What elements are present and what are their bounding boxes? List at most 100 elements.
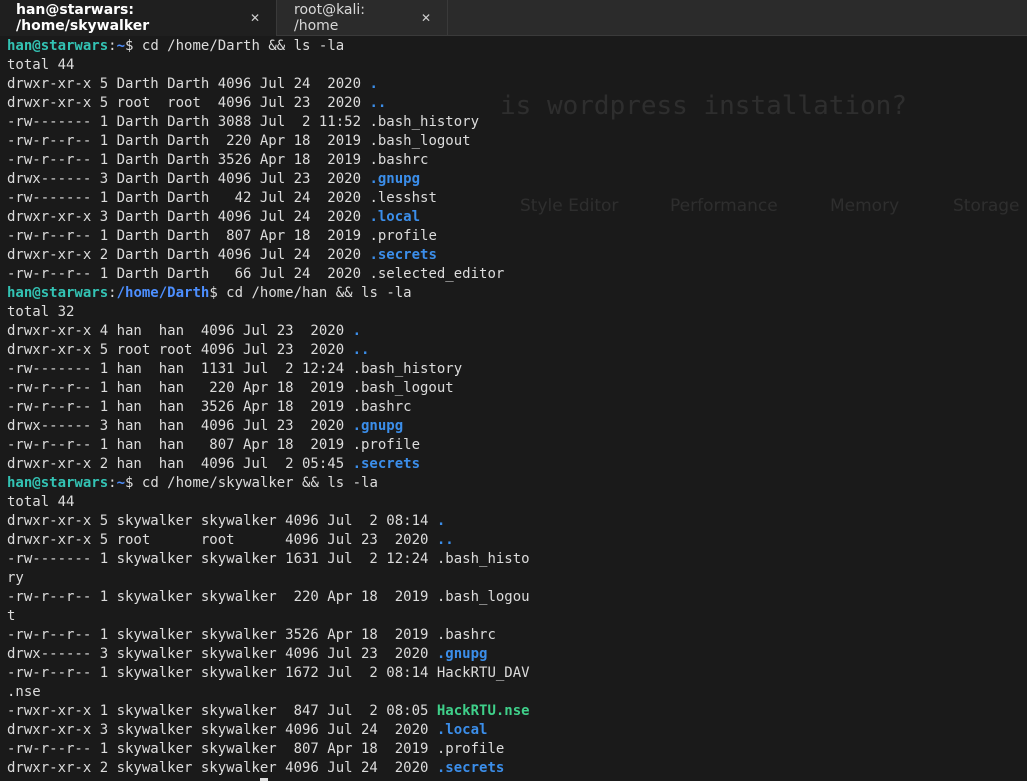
directory-name: .gnupg — [369, 171, 421, 187]
directory-name: .gnupg — [436, 646, 488, 662]
output-text: t — [7, 608, 16, 624]
file-meta: -rw-r--r-- 1 han han 3526 Apr 18 2019 — [7, 399, 353, 415]
output-line: total 44 — [7, 56, 530, 75]
tab-han-skywalker[interactable]: han@starwars: /home/skywalker ✕ — [0, 0, 277, 36]
output-line: -rwxr-xr-x 1 skywalker skywalker 847 Jul… — [7, 702, 530, 721]
terminal-output[interactable]: is wordpress installation? Style Editor … — [0, 36, 1027, 781]
close-icon[interactable]: ✕ — [421, 11, 431, 25]
tab-title: root@kali: /home — [294, 2, 366, 34]
output-text: total 32 — [7, 304, 75, 320]
output-line: drwx------ 3 Darth Darth 4096 Jul 23 202… — [7, 170, 530, 189]
output-line: -rw------- 1 han han 1131 Jul 2 12:24 .b… — [7, 360, 530, 379]
file-meta: drwxr-xr-x 5 root root 4096 Jul 23 2020 — [7, 532, 437, 548]
directory-name: .. — [436, 532, 454, 548]
output-line: drwxr-xr-x 4 han han 4096 Jul 23 2020 . — [7, 322, 530, 341]
prompt-user: han@starwars — [7, 475, 109, 491]
file-meta: -rw-r--r-- 1 Darth Darth 220 Apr 18 2019 — [7, 133, 370, 149]
background-ghost-toolbar-3: Memory — [830, 196, 900, 216]
file-meta: -rw-r--r-- 1 skywalker skywalker 1672 Ju… — [7, 665, 437, 681]
output-line: drwxr-xr-x 3 Darth Darth 4096 Jul 24 202… — [7, 208, 530, 227]
directory-name: . — [369, 76, 378, 92]
output-line: drwxr-xr-x 2 han han 4096 Jul 2 05:45 .s… — [7, 455, 530, 474]
file-meta: drwx------ 3 skywalker skywalker 4096 Ju… — [7, 646, 437, 662]
command-text: cd /home/skywalker && ls -la — [133, 475, 378, 491]
output-line: drwxr-xr-x 5 Darth Darth 4096 Jul 24 202… — [7, 75, 530, 94]
file-meta: drwxr-xr-x 3 Darth Darth 4096 Jul 24 202… — [7, 209, 370, 225]
file-name: .lesshst — [369, 190, 437, 206]
file-meta: drwxr-xr-x 3 skywalker skywalker 4096 Ju… — [7, 722, 437, 738]
output-line: drwxr-xr-x 5 skywalker skywalker 4096 Ju… — [7, 512, 530, 531]
file-meta: drwxr-xr-x 5 Darth Darth 4096 Jul 24 202… — [7, 76, 370, 92]
output-line: .nse — [7, 683, 530, 702]
directory-name: .. — [352, 342, 370, 358]
output-line: drwxr-xr-x 5 root root 4096 Jul 23 2020 … — [7, 94, 530, 113]
file-name: .profile — [369, 228, 437, 244]
directory-name: .gnupg — [352, 418, 404, 434]
output-line: t — [7, 607, 530, 626]
file-name: .bash_history — [369, 114, 480, 130]
output-text: total 44 — [7, 494, 75, 510]
command-text: cd /home/Darth && ls -la — [133, 38, 345, 54]
output-line: drwxr-xr-x 2 Darth Darth 4096 Jul 24 202… — [7, 246, 530, 265]
file-name: .selected_editor — [369, 266, 505, 282]
output-line: -rw------- 1 skywalker skywalker 1631 Ju… — [7, 550, 530, 569]
output-line: -rw-r--r-- 1 skywalker skywalker 220 Apr… — [7, 588, 530, 607]
output-line: drwxr-xr-x 5 root root 4096 Jul 23 2020 … — [7, 341, 530, 360]
file-name: .profile — [352, 437, 421, 453]
file-meta: -rw-r--r-- 1 Darth Darth 66 Jul 24 2020 — [7, 266, 370, 282]
directory-name: .secrets — [352, 456, 421, 472]
prompt-line: han@starwars:/home/Darth$ cd /home/han &… — [7, 284, 530, 303]
file-name: .bashrc — [436, 627, 496, 643]
background-ghost-heading: is wordpress installation? — [500, 91, 907, 121]
file-meta: -rw-r--r-- 1 skywalker skywalker 3526 Ap… — [7, 627, 437, 643]
file-name: HackRTU.nse — [436, 703, 530, 719]
directory-name: .local — [436, 722, 488, 738]
output-line: drwxr-xr-x 2 skywalker skywalker 4096 Ju… — [7, 759, 530, 778]
output-line: -rw-r--r-- 1 han han 807 Apr 18 2019 .pr… — [7, 436, 530, 455]
output-text: ry — [7, 570, 24, 586]
file-meta: drwx------ 3 Darth Darth 4096 Jul 23 202… — [7, 171, 370, 187]
output-line: ry — [7, 569, 530, 588]
file-meta: drwxr-xr-x 5 root root 4096 Jul 23 2020 — [7, 342, 353, 358]
output-line: -rw------- 1 Darth Darth 42 Jul 24 2020 … — [7, 189, 530, 208]
output-line: -rw------- 1 Darth Darth 3088 Jul 2 11:5… — [7, 113, 530, 132]
file-meta: drwxr-xr-x 4 han han 4096 Jul 23 2020 — [7, 323, 353, 339]
file-meta: drwxr-xr-x 5 root root 4096 Jul 23 2020 — [7, 95, 370, 111]
directory-name: . — [436, 513, 446, 529]
prompt-line: han@starwars:~$ cd /home/skywalker && ls… — [7, 474, 530, 493]
prompt-symbol: $ — [209, 285, 218, 301]
file-name: .bash_logout — [369, 133, 471, 149]
file-name: .bash_logou — [436, 589, 530, 605]
output-line: -rw-r--r-- 1 Darth Darth 66 Jul 24 2020 … — [7, 265, 530, 284]
file-name: .profile — [436, 741, 505, 757]
prompt-separator: : — [108, 285, 117, 301]
prompt-user: han@starwars — [7, 38, 109, 54]
close-icon[interactable]: ✕ — [250, 11, 260, 25]
output-line: -rw-r--r-- 1 han han 3526 Apr 18 2019 .b… — [7, 398, 530, 417]
file-meta: -rw-r--r-- 1 skywalker skywalker 220 Apr… — [7, 589, 437, 605]
file-meta: drwxr-xr-x 2 Darth Darth 4096 Jul 24 202… — [7, 247, 370, 263]
prompt-separator: : — [108, 38, 117, 54]
file-name: .bashrc — [352, 399, 412, 415]
file-meta: -rw-r--r-- 1 Darth Darth 3526 Apr 18 201… — [7, 152, 370, 168]
file-meta: -rw-r--r-- 1 Darth Darth 807 Apr 18 2019 — [7, 228, 370, 244]
prompt-separator: : — [108, 475, 117, 491]
command-text: cd /home/han && ls -la — [217, 285, 412, 301]
file-meta: drwxr-xr-x 2 han han 4096 Jul 2 05:45 — [7, 456, 353, 472]
file-meta: -rw------- 1 Darth Darth 42 Jul 24 2020 — [7, 190, 370, 206]
output-line: -rw-r--r-- 1 skywalker skywalker 807 Apr… — [7, 740, 530, 759]
output-text: total 44 — [7, 57, 75, 73]
output-line: -rw-r--r-- 1 skywalker skywalker 1672 Ju… — [7, 664, 530, 683]
output-line: drwx------ 3 skywalker skywalker 4096 Ju… — [7, 645, 530, 664]
file-name: .bash_histo — [436, 551, 530, 567]
background-ghost-toolbar-1: Style Editor — [520, 196, 619, 216]
output-line: total 32 — [7, 303, 530, 322]
tab-root-kali[interactable]: root@kali: /home ✕ — [278, 0, 448, 36]
prompt-path: ~ — [116, 475, 126, 491]
file-meta: drwxr-xr-x 2 skywalker skywalker 4096 Ju… — [7, 760, 437, 776]
file-name: .bash_history — [352, 361, 463, 377]
file-meta: -rw-r--r-- 1 han han 807 Apr 18 2019 — [7, 437, 353, 453]
file-name: .bash_logout — [352, 380, 454, 396]
output-text: .nse — [7, 684, 41, 700]
file-meta: -rwxr-xr-x 1 skywalker skywalker 847 Jul… — [7, 703, 437, 719]
